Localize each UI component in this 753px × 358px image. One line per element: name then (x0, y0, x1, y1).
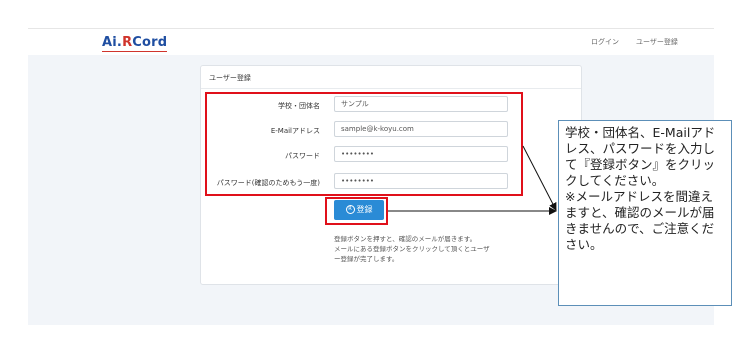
instruction-callout: 学校・団体名、E-Mailアドレス、パスワードを入力して『登録ボタン』をクリック… (558, 120, 732, 306)
callout-text-1: 学校・団体名、E-Mailアドレス、パスワードを入力して『登録ボタン』をクリック… (565, 125, 716, 188)
callout-text-2: ※メールアドレスを間違えますと、確認のメールが届きませんので、ご注意ください。 (565, 189, 715, 252)
arrow-from-fields (522, 145, 557, 211)
